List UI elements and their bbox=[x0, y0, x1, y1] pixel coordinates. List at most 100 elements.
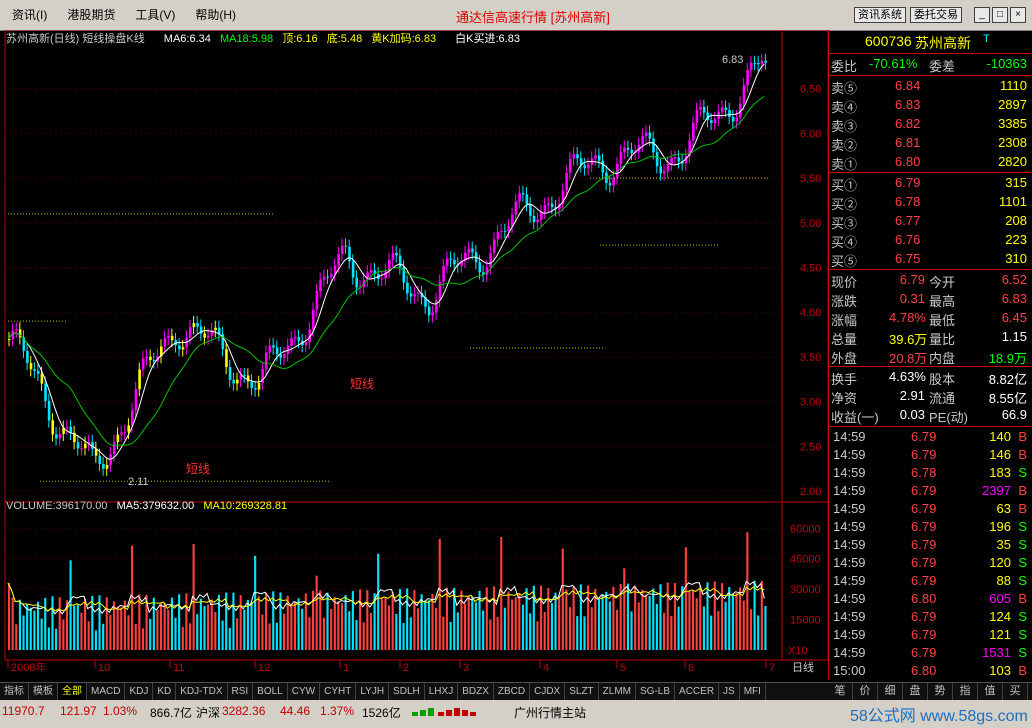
minimize-button[interactable]: _ bbox=[974, 7, 990, 23]
candle bbox=[652, 138, 655, 153]
tick-time: 14:59 bbox=[833, 519, 866, 534]
volume-bar bbox=[47, 627, 50, 650]
tab-全部[interactable]: 全部 bbox=[58, 683, 87, 700]
volume-bar bbox=[344, 595, 347, 650]
price-tick: 3.00 bbox=[800, 397, 821, 409]
menu-help[interactable]: 帮助(H) bbox=[185, 6, 246, 23]
tab-指标[interactable]: 指标 bbox=[0, 683, 29, 700]
quote-row: 买① 6.79 315 bbox=[829, 174, 1032, 193]
candle bbox=[702, 106, 706, 113]
tab-bdzx[interactable]: BDZX bbox=[458, 683, 494, 700]
quote-row: 涨幅 4.78% 最低 6.45 bbox=[829, 309, 1032, 328]
tab-cyw[interactable]: CYW bbox=[288, 683, 321, 700]
tab-cjdx[interactable]: CJDX bbox=[530, 683, 566, 700]
candle bbox=[112, 442, 116, 455]
buy-label: 买② bbox=[831, 197, 858, 212]
candle bbox=[659, 166, 663, 174]
tick-side: B bbox=[1018, 663, 1027, 678]
price-volume-chart[interactable]: 6.832.11短线短线 6.506.005.505.004.504.003.5… bbox=[0, 30, 828, 682]
candle bbox=[98, 455, 102, 464]
tick-row: 14:59 6.79 2397 B bbox=[829, 482, 1032, 501]
tick-row: 14:59 6.79 124 S bbox=[829, 608, 1032, 627]
volume-bar bbox=[76, 603, 79, 650]
quote-tab[interactable]: 笔 bbox=[828, 683, 853, 700]
tab-boll[interactable]: BOLL bbox=[253, 683, 288, 700]
tab-accer[interactable]: ACCER bbox=[675, 683, 720, 700]
volume-bar bbox=[601, 594, 604, 650]
menu-tools[interactable]: 工具(V) bbox=[125, 6, 185, 23]
tick-price: 6.79 bbox=[911, 609, 937, 624]
tab-cyht[interactable]: CYHT bbox=[320, 683, 357, 700]
quote-tab[interactable]: 指 bbox=[953, 683, 978, 700]
candle bbox=[760, 60, 764, 65]
x-label: 1 bbox=[343, 662, 349, 674]
tab-kdj-tdx[interactable]: KDJ-TDX bbox=[176, 683, 228, 700]
tab-lyjh[interactable]: LYJH bbox=[356, 683, 390, 700]
volume-bar bbox=[540, 585, 543, 650]
info-system-button[interactable]: 资讯系统 bbox=[854, 7, 906, 23]
maximize-button[interactable]: □ bbox=[992, 7, 1008, 23]
volume-bar bbox=[757, 615, 760, 650]
quote-tab[interactable]: 值 bbox=[978, 683, 1003, 700]
quote-tab[interactable]: 买 bbox=[1003, 683, 1028, 700]
tab-lhxj[interactable]: LHXJ bbox=[425, 683, 459, 700]
tick-row: 14:59 6.80 605 B bbox=[829, 590, 1032, 609]
candle bbox=[163, 337, 167, 347]
tab-macd[interactable]: MACD bbox=[87, 683, 126, 700]
candle bbox=[29, 362, 33, 370]
sell-volume: 2308 bbox=[998, 135, 1027, 150]
buy-label: 买④ bbox=[831, 235, 858, 250]
candle bbox=[478, 262, 482, 273]
volume-bar bbox=[293, 601, 297, 650]
quote-tab[interactable]: 盘 bbox=[903, 683, 928, 700]
candle bbox=[351, 261, 355, 278]
tab-模板[interactable]: 模板 bbox=[29, 683, 58, 700]
sz-amount: 1526亿 bbox=[362, 706, 401, 720]
tab-sdlh[interactable]: SDLH bbox=[389, 683, 425, 700]
quote-tab[interactable]: 细 bbox=[878, 683, 903, 700]
volume-bar bbox=[29, 607, 32, 650]
quote-row: 卖① 6.80 2820 bbox=[829, 153, 1032, 172]
tab-zlmm[interactable]: ZLMM bbox=[599, 683, 637, 700]
tab-zbcd[interactable]: ZBCD bbox=[494, 683, 531, 700]
candle bbox=[192, 323, 196, 328]
price-tick: 4.50 bbox=[800, 263, 821, 275]
tab-sg-lb[interactable]: SG-LB bbox=[636, 683, 676, 700]
volume-bar bbox=[15, 624, 18, 650]
volume-title: VOLUME:396170.00 bbox=[6, 500, 108, 512]
volume-bar bbox=[616, 609, 619, 650]
stock-name: 苏州高新 bbox=[915, 35, 971, 51]
menu-hk-futures[interactable]: 港股期货 bbox=[57, 6, 125, 23]
volume-bar bbox=[214, 611, 217, 650]
quote-tab[interactable]: 价 bbox=[853, 683, 878, 700]
candle bbox=[630, 149, 634, 154]
volume-bar bbox=[116, 606, 119, 650]
candle bbox=[170, 335, 174, 341]
tab-js[interactable]: JS bbox=[719, 683, 740, 700]
server-name[interactable]: 广州行情主站 bbox=[514, 704, 586, 721]
tab-slzt[interactable]: SLZT bbox=[565, 683, 599, 700]
tab-kd[interactable]: KD bbox=[153, 683, 177, 700]
candle bbox=[228, 367, 232, 380]
volume-bar bbox=[330, 608, 333, 650]
candle bbox=[283, 354, 286, 358]
candle bbox=[749, 62, 753, 70]
tab-rsi[interactable]: RSI bbox=[228, 683, 254, 700]
tick-side: B bbox=[1018, 483, 1027, 498]
volume-bar bbox=[568, 607, 572, 650]
candle bbox=[36, 370, 40, 374]
close-button[interactable]: × bbox=[1010, 7, 1026, 23]
candle bbox=[619, 152, 623, 164]
sz-change: 44.46 bbox=[280, 704, 311, 718]
quote-tab[interactable]: 势 bbox=[928, 683, 953, 700]
trade-button[interactable]: 委托交易 bbox=[910, 7, 962, 23]
menu-info[interactable]: 资讯(I) bbox=[2, 6, 57, 23]
tab-mfi[interactable]: MFI bbox=[740, 683, 766, 700]
tab-kdj[interactable]: KDJ bbox=[125, 683, 154, 700]
volume-bar bbox=[608, 601, 611, 650]
volume-bar bbox=[279, 592, 282, 650]
tick-row: 15:00 6.80 103 B bbox=[829, 662, 1032, 681]
candle bbox=[304, 342, 308, 346]
window-title: 通达信高速行情 [苏州高新] bbox=[456, 10, 610, 25]
quote-row: 外盘 20.8万 内盘 18.9万 bbox=[829, 347, 1032, 366]
